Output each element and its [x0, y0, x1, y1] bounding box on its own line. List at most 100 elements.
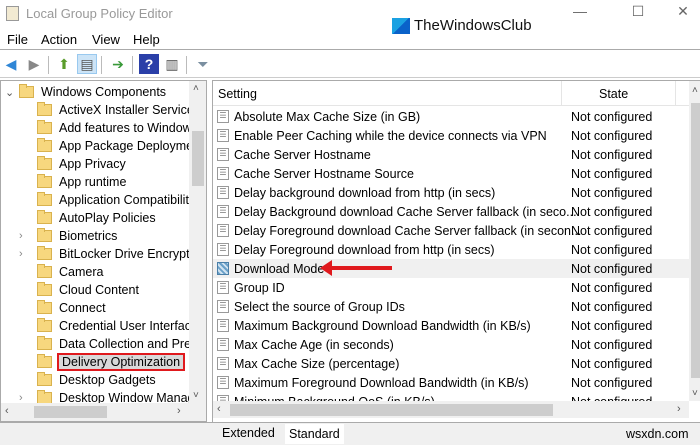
- table-row[interactable]: Download Mode Not configured: [213, 259, 689, 278]
- table-row[interactable]: ☰ Delay Foreground download from http (in…: [213, 240, 689, 259]
- scroll-down-icon[interactable]: ˅: [692, 388, 698, 399]
- tree-item[interactable]: AutoPlay Policies: [21, 209, 156, 227]
- tree-vertical-scrollbar[interactable]: ˄ ˅: [189, 81, 206, 403]
- tree-item[interactable]: › Biometrics: [19, 227, 117, 245]
- tree-item[interactable]: Credential User Interface: [21, 317, 198, 335]
- tree-item[interactable]: App Privacy: [21, 155, 126, 173]
- properties-icon[interactable]: ▥: [162, 54, 182, 74]
- policy-setting-icon: ☰: [217, 243, 229, 256]
- policy-setting-icon: ☰: [217, 281, 229, 294]
- table-row[interactable]: ☰ Select the source of Group IDs Not confi…: [213, 297, 689, 316]
- setting-name: Download Mode: [234, 261, 325, 276]
- list-horizontal-scrollbar[interactable]: ‹ ›: [213, 401, 689, 418]
- tree-root-label: Windows Components: [41, 85, 167, 99]
- table-row[interactable]: ☰ Cache Server Hostname Source Not configu…: [213, 164, 689, 183]
- tree-horizontal-scrollbar[interactable]: ‹ ›: [1, 403, 206, 421]
- scrollbar-thumb[interactable]: [34, 406, 107, 418]
- table-row[interactable]: ☰ Delay Foreground download Cache Server …: [213, 221, 689, 240]
- minimize-button[interactable]: —: [565, 3, 595, 23]
- table-row[interactable]: ☰ Cache Server Hostname Not configured: [213, 145, 689, 164]
- tree-item[interactable]: App runtime: [21, 173, 126, 191]
- scrollbar-thumb[interactable]: [192, 131, 204, 186]
- folder-icon: [37, 174, 52, 188]
- tree-item[interactable]: Cloud Content: [21, 281, 139, 299]
- up-folder-icon[interactable]: ⬆: [54, 54, 74, 74]
- menu-action[interactable]: Action: [41, 32, 77, 47]
- export-list-icon[interactable]: ➔: [108, 54, 128, 74]
- policy-setting-icon: ☰: [217, 205, 229, 218]
- table-row[interactable]: ☰ Max Cache Size (percentage) Not configur…: [213, 354, 689, 373]
- tree-item[interactable]: › BitLocker Drive Encryption: [19, 245, 207, 263]
- toolbar: ◀ ▶ ⬆ ▤ ➔ ? ▥ ⏷: [0, 51, 700, 78]
- tree-item-label: Credential User Interface: [59, 319, 198, 333]
- tree-item-label: Camera: [59, 265, 104, 279]
- column-setting[interactable]: Setting: [218, 87, 257, 101]
- setting-name: Absolute Max Cache Size (in GB): [234, 109, 421, 124]
- menu-file[interactable]: File: [7, 32, 28, 47]
- tree-item[interactable]: Connect: [21, 299, 106, 317]
- list-vertical-scrollbar[interactable]: ˄ ˅: [689, 81, 700, 401]
- table-row[interactable]: ☰ Max Cache Age (in seconds) Not configure…: [213, 335, 689, 354]
- tree-root[interactable]: ⌄ Windows Components: [5, 83, 166, 101]
- table-row[interactable]: ☰ Group ID Not configured: [213, 278, 689, 297]
- setting-name: Maximum Background Download Bandwidth (i…: [234, 318, 531, 333]
- app-icon: [6, 6, 19, 21]
- scroll-down-icon[interactable]: ˅: [193, 390, 199, 401]
- table-row[interactable]: ☰ Maximum Foreground Download Bandwidth (…: [213, 373, 689, 392]
- menu-help[interactable]: Help: [133, 32, 160, 47]
- policy-setting-icon: ☰: [217, 186, 229, 199]
- tree-item-label: Add features to Windows 10: [59, 121, 207, 135]
- folder-icon: [37, 282, 52, 296]
- tree-item-label: Connect: [59, 301, 106, 315]
- column-state[interactable]: State: [599, 87, 628, 101]
- chevron-right-icon[interactable]: ›: [19, 230, 23, 242]
- table-row[interactable]: ☰ Enable Peer Caching while the device co…: [213, 126, 689, 145]
- forward-icon[interactable]: ▶: [24, 54, 44, 74]
- tree-item[interactable]: Camera: [21, 263, 103, 281]
- tree-item-label: BitLocker Drive Encryption: [59, 247, 207, 261]
- scroll-up-icon[interactable]: ˄: [193, 83, 199, 94]
- folder-icon: [37, 318, 52, 332]
- tree-item[interactable]: Add features to Windows 10: [21, 119, 207, 137]
- tree-item[interactable]: Desktop Gadgets: [21, 371, 156, 389]
- folder-icon: [37, 192, 52, 206]
- tab-extended[interactable]: Extended: [222, 426, 275, 440]
- tree-item[interactable]: ActiveX Installer Service: [21, 101, 194, 119]
- setting-name: Maximum Foreground Download Bandwidth (i…: [234, 375, 529, 390]
- tree-item[interactable]: App Package Deployment: [21, 137, 204, 155]
- setting-state: Not configured: [571, 356, 653, 371]
- setting-name: Delay Background download Cache Server f…: [234, 204, 577, 219]
- table-row[interactable]: ☰ Delay background download from http (in…: [213, 183, 689, 202]
- scrollbar-thumb[interactable]: [230, 404, 553, 416]
- tree-item-label: Application Compatibility: [59, 193, 196, 207]
- menu-view[interactable]: View: [92, 32, 120, 47]
- policy-setting-icon: ☰: [217, 319, 229, 332]
- setting-state: Not configured: [571, 166, 653, 181]
- list-header: Setting State: [213, 81, 689, 106]
- scrollbar-thumb[interactable]: [691, 103, 700, 378]
- table-row[interactable]: ☰ Delay Background download Cache Server …: [213, 202, 689, 221]
- help-icon[interactable]: ?: [139, 54, 159, 74]
- tree-item-label: Delivery Optimization: [56, 353, 186, 371]
- maximize-button[interactable]: ☐: [623, 3, 653, 23]
- folder-icon: [37, 300, 52, 314]
- scroll-up-icon[interactable]: ˄: [692, 85, 698, 96]
- table-row[interactable]: ☰ Absolute Max Cache Size (in GB) Not conf…: [213, 107, 689, 126]
- chevron-right-icon[interactable]: ›: [19, 248, 23, 260]
- filter-icon[interactable]: ⏷: [193, 54, 213, 74]
- tree-item[interactable]: Application Compatibility: [21, 191, 195, 209]
- tab-standard[interactable]: Standard: [285, 424, 344, 444]
- setting-state: Not configured: [571, 185, 653, 200]
- setting-state: Not configured: [571, 318, 653, 333]
- setting-state: Not configured: [571, 280, 653, 295]
- folder-icon: [37, 120, 52, 134]
- show-hide-tree-icon[interactable]: ▤: [77, 54, 97, 74]
- tree-item[interactable]: Data Collection and Preview Builds: [21, 335, 206, 353]
- table-row[interactable]: ☰ Maximum Background Download Bandwidth (…: [213, 316, 689, 335]
- folder-icon: [37, 138, 52, 152]
- settings-pane: Setting State ☰ Absolute Max Cache Size (…: [212, 80, 700, 422]
- tree-item[interactable]: Delivery Optimization: [21, 353, 186, 371]
- close-button[interactable]: ✕: [668, 3, 698, 23]
- back-icon[interactable]: ◀: [1, 54, 21, 74]
- folder-icon: [19, 84, 34, 98]
